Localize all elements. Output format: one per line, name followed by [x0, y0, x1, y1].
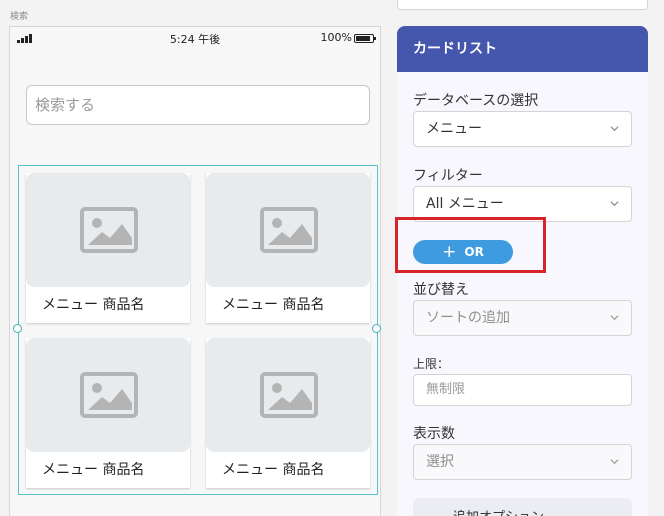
- filter-select-value: All メニュー: [426, 196, 504, 212]
- status-bar: 5:24 午後 100%: [10, 27, 380, 49]
- sort-label: 並び替え: [413, 282, 469, 298]
- panel-title: カードリスト: [397, 26, 648, 72]
- chevron-down-icon: [610, 201, 619, 207]
- display-count-select[interactable]: 選択: [413, 444, 632, 480]
- database-select[interactable]: メニュー: [413, 111, 632, 147]
- limit-input[interactable]: 無制限: [413, 374, 632, 406]
- gallery-card[interactable]: メニュー 商品名: [26, 338, 190, 488]
- limit-label: 上限：: [413, 357, 450, 371]
- card-image: [26, 173, 190, 287]
- filter-label: フィルター: [413, 168, 483, 184]
- panel-top-stub: [397, 0, 648, 10]
- chevron-down-icon: [610, 459, 619, 465]
- card-image: [206, 338, 370, 452]
- resize-handle-right[interactable]: [372, 324, 381, 333]
- card-image: [206, 173, 370, 287]
- gallery-card[interactable]: メニュー 商品名: [26, 173, 190, 323]
- sort-select[interactable]: ソートの追加: [413, 300, 632, 336]
- database-label: データベースの選択: [413, 93, 539, 109]
- phone-canvas[interactable]: 5:24 午後 100% 検索する メニュー 商品名 メニュー 商品名 メニュー…: [9, 26, 381, 516]
- sort-select-placeholder: ソートの追加: [426, 310, 510, 326]
- resize-handle-left[interactable]: [13, 324, 22, 333]
- display-count-label: 表示数: [413, 426, 455, 442]
- image-placeholder-icon: [80, 372, 138, 418]
- gallery-card[interactable]: メニュー 商品名: [206, 173, 370, 323]
- card-image: [26, 338, 190, 452]
- card-title: メニュー 商品名: [42, 297, 145, 313]
- card-title: メニュー 商品名: [222, 462, 325, 478]
- battery-icon: [354, 34, 376, 43]
- image-placeholder-icon: [80, 207, 138, 253]
- image-placeholder-icon: [260, 207, 318, 253]
- display-count-placeholder: 選択: [426, 454, 454, 470]
- search-input[interactable]: 検索する: [26, 85, 370, 125]
- gallery-card[interactable]: メニュー 商品名: [206, 338, 370, 488]
- database-select-value: メニュー: [426, 121, 482, 137]
- annotation-highlight: [395, 217, 546, 273]
- card-gallery[interactable]: メニュー 商品名 メニュー 商品名 メニュー 商品名 メニュー 商品名: [18, 165, 378, 495]
- more-options-section[interactable]: 追加オプション: [413, 498, 632, 516]
- card-title: メニュー 商品名: [42, 462, 145, 478]
- chevron-down-icon: [610, 315, 619, 321]
- app-root: { "screen": { "name": "検索" }, "status_ba…: [0, 0, 664, 516]
- image-placeholder-icon: [260, 372, 318, 418]
- screen-name-label: 検索: [10, 12, 29, 22]
- card-title: メニュー 商品名: [222, 297, 325, 313]
- battery-percentage: 100%: [320, 31, 352, 44]
- chevron-down-icon: [610, 126, 619, 132]
